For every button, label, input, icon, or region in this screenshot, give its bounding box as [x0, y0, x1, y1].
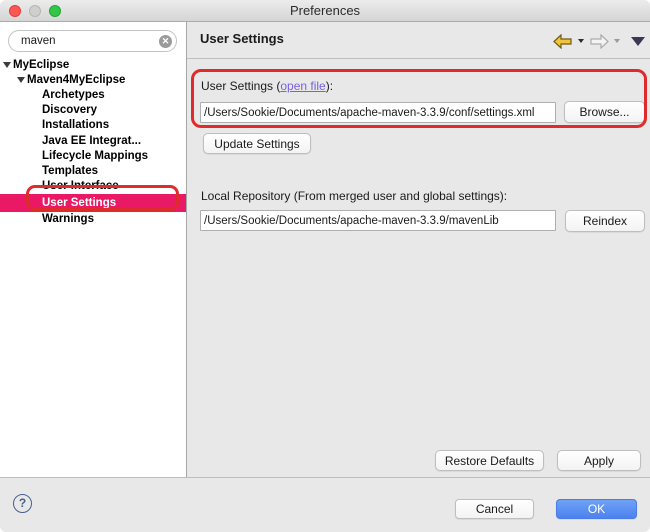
tree-item-label: Maven4MyEclipse [27, 74, 125, 86]
back-history-caret-icon[interactable] [578, 39, 584, 43]
title-bar: Preferences [0, 0, 650, 22]
browse-button[interactable]: Browse... [564, 101, 645, 123]
footer-divider [0, 477, 650, 478]
tree-expander-icon[interactable] [17, 77, 25, 83]
tree-item-maven4myeclipse[interactable]: Maven4MyEclipse [0, 72, 186, 87]
open-file-link[interactable]: open file [280, 79, 325, 93]
clear-search-icon[interactable]: ✕ [159, 35, 172, 48]
preferences-tree: MyEclipse Maven4MyEclipse Archetypes Dis… [0, 57, 186, 227]
tree-item-user-settings[interactable]: User Settings [0, 194, 186, 212]
user-settings-label: User Settings (open file): [201, 79, 333, 93]
tree-item-warnings[interactable]: Warnings [0, 212, 186, 227]
page-title: User Settings [200, 31, 284, 46]
tree-item-myeclipse[interactable]: MyEclipse [0, 57, 186, 72]
tree-item-label: Discovery [42, 104, 97, 116]
tree-item-user-interface[interactable]: User Interface [0, 179, 186, 194]
tree-item-label: Lifecycle Mappings [42, 150, 148, 162]
user-settings-path-input[interactable] [200, 102, 556, 123]
back-arrow-icon[interactable] [553, 34, 573, 49]
tree-item-label: Installations [42, 119, 109, 131]
forward-history-caret-icon[interactable] [614, 39, 620, 43]
cancel-button[interactable]: Cancel [455, 499, 534, 519]
header-divider [187, 58, 650, 59]
tree-item-label: User Interface [42, 180, 119, 192]
tree-item-java-ee-integration[interactable]: Java EE Integrat... [0, 133, 186, 148]
ok-button[interactable]: OK [556, 499, 637, 519]
tree-item-label: Java EE Integrat... [42, 135, 141, 147]
local-repository-label: Local Repository (From merged user and g… [201, 189, 507, 203]
tree-item-templates[interactable]: Templates [0, 163, 186, 178]
tree-item-label: User Settings [42, 197, 116, 209]
update-settings-button[interactable]: Update Settings [203, 133, 311, 154]
tree-item-label: MyEclipse [13, 59, 69, 71]
sidebar-divider[interactable] [186, 22, 187, 477]
tree-expander-icon[interactable] [3, 62, 11, 68]
user-settings-label-prefix: User Settings ( [201, 79, 280, 93]
reindex-button[interactable]: Reindex [565, 210, 645, 232]
header-nav-icons [553, 33, 645, 49]
tree-item-discovery[interactable]: Discovery [0, 103, 186, 118]
view-menu-icon[interactable] [631, 37, 645, 46]
local-repository-path-input[interactable] [200, 210, 556, 231]
tree-item-label: Archetypes [42, 89, 105, 101]
window-title: Preferences [0, 0, 650, 22]
tree-item-installations[interactable]: Installations [0, 118, 186, 133]
preferences-window: Preferences ✕ MyEclipse Maven4MyEclipse … [0, 0, 650, 532]
apply-button[interactable]: Apply [557, 450, 641, 471]
filter-search-input[interactable] [8, 30, 177, 52]
tree-item-lifecycle-mappings[interactable]: Lifecycle Mappings [0, 148, 186, 163]
forward-arrow-icon[interactable] [589, 34, 609, 49]
tree-item-label: Templates [42, 165, 98, 177]
tree-item-archetypes[interactable]: Archetypes [0, 87, 186, 102]
help-icon[interactable]: ? [13, 494, 32, 513]
user-settings-label-suffix: ): [326, 79, 333, 93]
tree-item-label: Warnings [42, 213, 94, 225]
restore-defaults-button[interactable]: Restore Defaults [435, 450, 544, 471]
